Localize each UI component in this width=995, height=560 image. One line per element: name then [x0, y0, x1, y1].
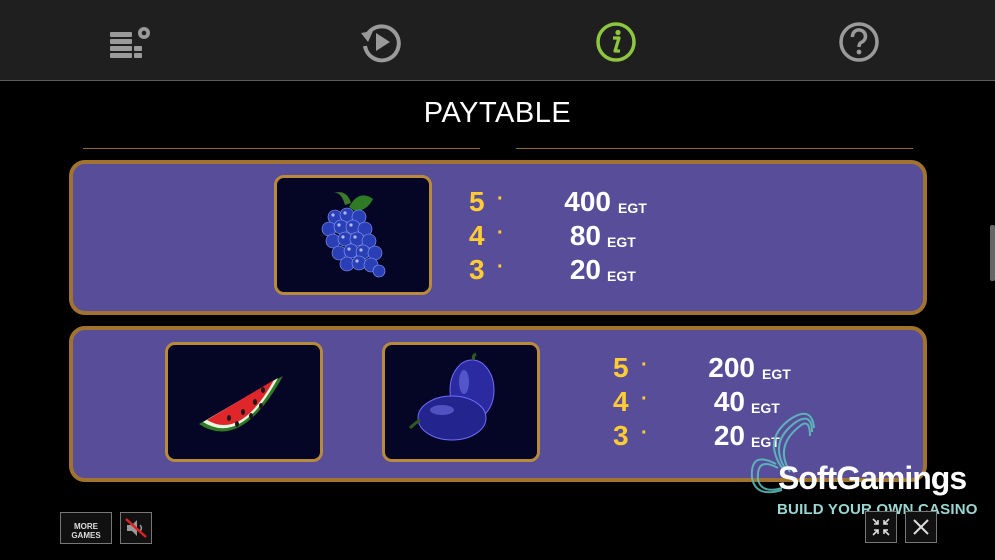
- pay-count: 4: [469, 220, 485, 251]
- pay-count: 3: [613, 420, 629, 451]
- info-icon[interactable]: [592, 18, 640, 66]
- close-icon: [913, 519, 929, 535]
- title-divider-left: [83, 148, 480, 149]
- title-divider-right: [516, 148, 913, 149]
- collapse-icon: [872, 518, 890, 536]
- top-toolbar: [0, 0, 995, 81]
- settings-stack-icon[interactable]: [106, 18, 154, 66]
- pay-count: 5: [613, 352, 629, 383]
- pay-currency: EGT: [762, 366, 791, 382]
- pay-currency: EGT: [618, 200, 647, 216]
- pay-count: 4: [613, 386, 629, 417]
- scrollbar[interactable]: [990, 225, 995, 281]
- page-title: PAYTABLE: [423, 97, 572, 129]
- symbol-grapes: [274, 175, 432, 295]
- exit-fullscreen-button[interactable]: [865, 511, 897, 543]
- pay-count: 5: [469, 186, 485, 217]
- symbol-watermelon: [165, 342, 323, 462]
- pay-amount: 20: [569, 254, 601, 285]
- pay-currency: EGT: [751, 400, 780, 416]
- watermelon-icon: [199, 376, 283, 432]
- help-icon[interactable]: [835, 18, 883, 66]
- grapes-icon: [321, 192, 386, 278]
- sound-muted-icon: [125, 518, 147, 538]
- pay-amount: 40: [713, 386, 745, 417]
- pay-amount: 200: [708, 352, 755, 383]
- symbol-plums: [382, 342, 540, 462]
- pay-currency: EGT: [607, 234, 636, 250]
- more-games-button[interactable]: MORE GAMES: [60, 512, 112, 544]
- plums-icon: [408, 352, 495, 441]
- pay-amount: 400: [564, 186, 611, 217]
- pay-currency: EGT: [607, 268, 636, 284]
- pay-currency: EGT: [751, 434, 780, 450]
- pay-amount: 20: [713, 420, 745, 451]
- close-button[interactable]: [905, 511, 937, 543]
- paytable-panel-watermelon-plums: 5 · 200 EGT 4 · 40 EGT 3 · 20 EGT: [69, 326, 927, 482]
- sound-toggle-button[interactable]: [120, 512, 152, 544]
- replay-icon[interactable]: [356, 18, 404, 66]
- paytable-panel-grapes: 5 · 400 EGT 4 · 80 EGT 3 · 20 EGT: [69, 160, 927, 315]
- pay-count: 3: [469, 254, 485, 285]
- watermark-name: SoftGamings: [778, 460, 967, 496]
- pay-amount: 80: [569, 220, 601, 251]
